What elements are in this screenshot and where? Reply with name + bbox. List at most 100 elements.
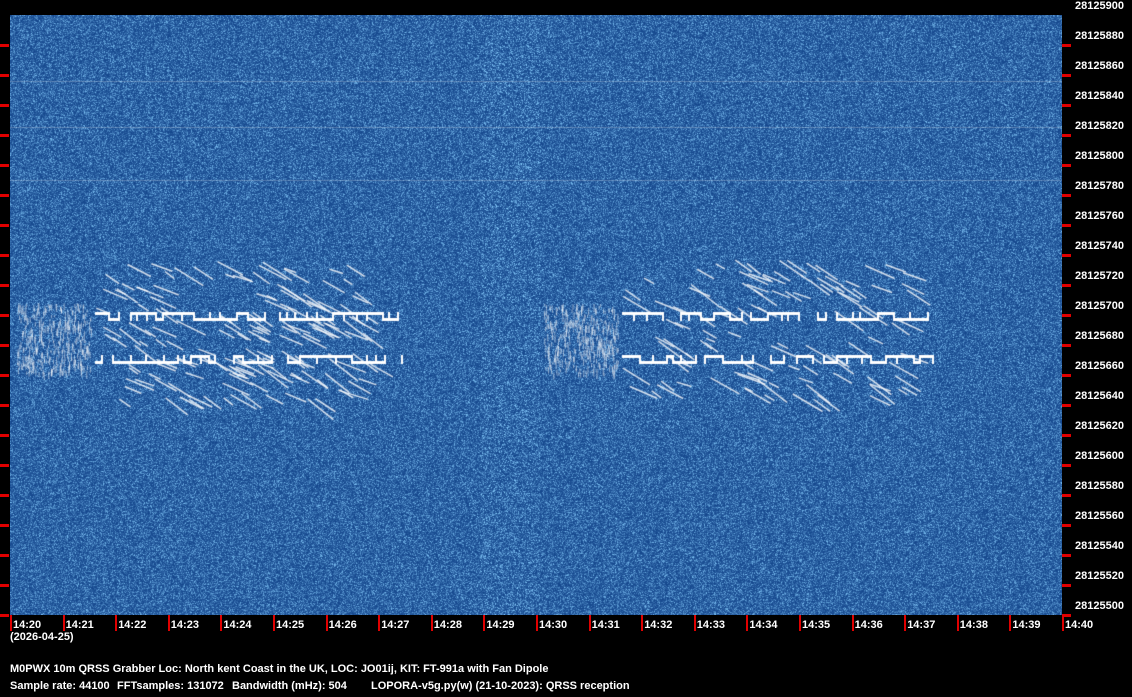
- frequency-label: 28125840: [1075, 90, 1124, 102]
- time-tick: [1009, 615, 1012, 631]
- frequency-tick: [1062, 584, 1071, 587]
- time-label: 14:29: [486, 619, 515, 631]
- frequency-tick: [1062, 164, 1071, 167]
- time-tick: [378, 615, 381, 631]
- frequency-tick: [0, 374, 9, 377]
- frequency-tick: [1062, 134, 1071, 137]
- time-label: 14:40: [1065, 619, 1094, 631]
- frequency-tick: [0, 464, 9, 467]
- fft-samples: FFTsamples: 131072: [117, 680, 224, 692]
- time-tick: [325, 615, 328, 631]
- frequency-tick: [1062, 284, 1071, 287]
- frequency-tick: [1062, 44, 1071, 47]
- frequency-label: 28125620: [1075, 420, 1124, 432]
- time-tick: [115, 615, 118, 631]
- frequency-tick: [0, 134, 9, 137]
- frequency-tick: [1062, 374, 1071, 377]
- time-label: 14:38: [959, 619, 988, 631]
- time-label: 14:34: [749, 619, 778, 631]
- frequency-tick: [0, 284, 9, 287]
- software-version: LOPORA-v5g.py(w) (21-10-2023): QRSS rece…: [371, 680, 630, 692]
- frequency-label: 28125720: [1075, 270, 1124, 282]
- time-label: 14:30: [539, 619, 568, 631]
- time-label: 14:26: [328, 619, 357, 631]
- frequency-label: 28125600: [1075, 450, 1124, 462]
- time-tick: [430, 615, 433, 631]
- time-label: 14:28: [433, 619, 462, 631]
- time-tick: [904, 615, 907, 631]
- frequency-label: 28125740: [1075, 240, 1124, 252]
- frequency-tick: [1062, 254, 1071, 257]
- frequency-tick: [0, 224, 9, 227]
- time-tick: [693, 615, 696, 631]
- frequency-label: 28125640: [1075, 390, 1124, 402]
- time-label: 14:27: [381, 619, 410, 631]
- frequency-label: 28125780: [1075, 180, 1124, 192]
- frequency-tick: [0, 494, 9, 497]
- frequency-label: 28125540: [1075, 540, 1124, 552]
- frequency-tick: [0, 404, 9, 407]
- frequency-tick: [1062, 464, 1071, 467]
- frequency-tick: [0, 614, 9, 617]
- time-label: 14:20: [13, 619, 42, 631]
- frequency-tick: [1062, 194, 1071, 197]
- time-tick: [1062, 615, 1064, 631]
- time-tick: [536, 615, 538, 631]
- time-tick: [220, 615, 223, 631]
- station-info: M0PWX 10m QRSS Grabber Loc: North kent C…: [10, 663, 549, 675]
- frequency-tick: [0, 104, 9, 107]
- frequency-label: 28125560: [1075, 510, 1124, 522]
- time-label: 14:21: [65, 619, 94, 631]
- date-label: (2026-04-25): [10, 631, 74, 643]
- frequency-label: 28125860: [1075, 60, 1124, 72]
- frequency-tick: [0, 584, 9, 587]
- time-label: 14:35: [802, 619, 831, 631]
- frequency-label: 28125700: [1075, 300, 1124, 312]
- bandwidth: Bandwidth (mHz): 504: [232, 680, 347, 692]
- time-label: 14:23: [170, 619, 199, 631]
- frequency-tick: [0, 344, 9, 347]
- frequency-tick: [1062, 74, 1071, 77]
- time-label: 14:25: [276, 619, 305, 631]
- frequency-tick: [0, 434, 9, 437]
- frequency-tick: [0, 314, 9, 317]
- time-tick: [851, 615, 854, 631]
- time-label: 14:39: [1012, 619, 1041, 631]
- frequency-tick: [1062, 344, 1071, 347]
- frequency-tick: [1062, 224, 1071, 227]
- time-label: 14:37: [907, 619, 936, 631]
- frequency-tick: [1062, 554, 1071, 557]
- frequency-label: 28125580: [1075, 480, 1124, 492]
- frequency-tick: [1062, 434, 1071, 437]
- frequency-label: 28125680: [1075, 330, 1124, 342]
- frequency-tick: [0, 194, 9, 197]
- frequency-tick: [1062, 404, 1071, 407]
- frequency-tick: [1062, 314, 1071, 317]
- frequency-tick: [0, 74, 9, 77]
- time-tick: [62, 615, 65, 631]
- frequency-tick: [0, 44, 9, 47]
- waterfall-spectrogram: [10, 15, 1062, 615]
- frequency-label: 28125880: [1075, 30, 1124, 42]
- time-tick: [483, 615, 486, 631]
- frequency-label: 28125760: [1075, 210, 1124, 222]
- frequency-tick: [0, 524, 9, 527]
- sample-rate: Sample rate: 44100: [10, 680, 110, 692]
- time-tick: [10, 615, 12, 631]
- frequency-tick: [1062, 524, 1071, 527]
- frequency-label: 28125660: [1075, 360, 1124, 372]
- time-label: 14:33: [696, 619, 725, 631]
- frequency-label: 28125520: [1075, 570, 1124, 582]
- frequency-label: 28125900: [1075, 0, 1124, 12]
- time-label: 14:22: [118, 619, 147, 631]
- frequency-label: 28125800: [1075, 150, 1124, 162]
- frequency-tick: [1062, 494, 1071, 497]
- time-tick: [956, 615, 959, 631]
- frequency-label: 28125820: [1075, 120, 1124, 132]
- frequency-label: 28125500: [1075, 600, 1124, 612]
- time-tick: [799, 615, 801, 631]
- time-tick: [588, 615, 591, 631]
- frequency-tick: [0, 254, 9, 257]
- frequency-tick: [1062, 104, 1071, 107]
- time-tick: [273, 615, 275, 631]
